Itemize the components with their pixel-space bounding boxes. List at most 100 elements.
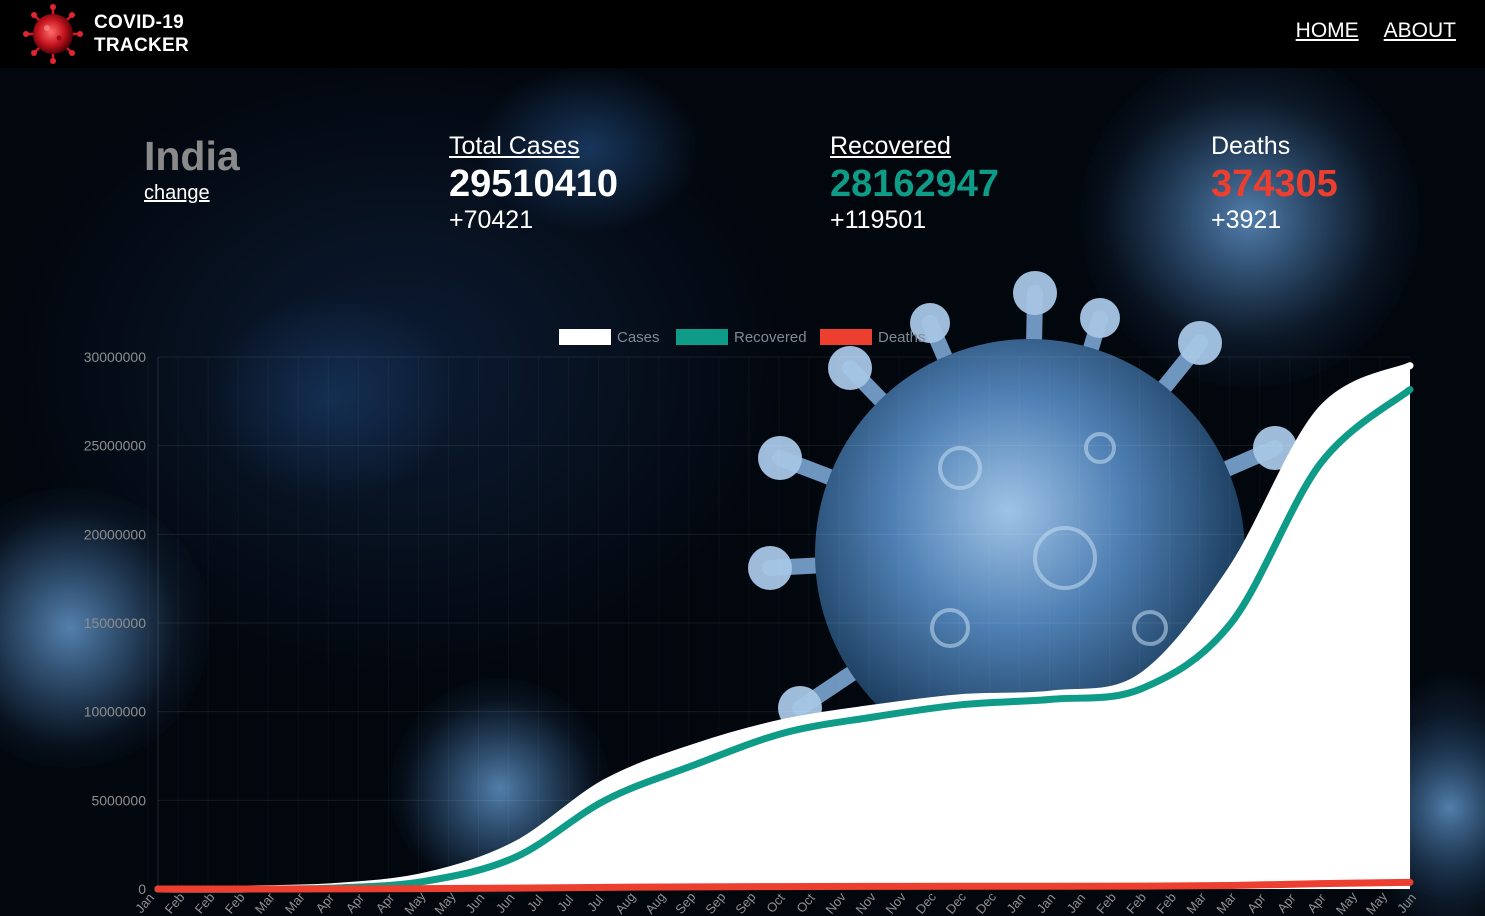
x-tick-label: Feb — [192, 890, 218, 916]
brand-line-1: COVID-19 — [94, 12, 185, 33]
x-tick-label: Jun — [1394, 890, 1419, 916]
deaths-data-point — [602, 884, 608, 890]
x-tick-label: Aug — [612, 889, 638, 916]
deaths-data-point — [781, 884, 787, 890]
x-tick-label: Nov — [883, 889, 910, 916]
stats-panel: India change Total Cases 29510410 +70421… — [0, 68, 1485, 268]
x-tick-label: Dec — [973, 889, 1000, 916]
x-tick-label: Apr — [373, 890, 398, 916]
x-tick-label: Aug — [642, 889, 668, 916]
legend-swatch-deaths — [820, 329, 872, 345]
x-tick-label: May — [1333, 888, 1361, 916]
virus-logo-icon — [23, 4, 83, 64]
x-tick-label: May — [431, 888, 459, 916]
recovered-data-point — [513, 854, 519, 860]
deaths-stat: Deaths 374305 +3921 — [1211, 131, 1338, 234]
nav-about-link[interactable]: ABOUT — [1384, 19, 1456, 43]
recovered-data-point — [1318, 460, 1324, 466]
legend-swatch-cases — [559, 329, 611, 345]
x-tick-label: Apr — [1244, 890, 1269, 916]
cases-data-point — [781, 719, 787, 725]
country-block: India change — [144, 134, 240, 205]
x-tick-label: Mar — [1183, 889, 1209, 916]
x-tick-label: Jul — [524, 892, 546, 914]
x-tick-label: Nov — [853, 889, 880, 916]
recovered-data-point — [870, 714, 876, 720]
total-cases-delta: +70421 — [449, 206, 534, 234]
x-tick-label: Feb — [222, 890, 248, 916]
brand-line-2: TRACKER — [94, 35, 189, 56]
cases-data-point — [870, 705, 876, 711]
recovered-data-point — [781, 730, 787, 736]
legend-label-deaths: Deaths — [878, 329, 926, 346]
deaths-value: 374305 — [1211, 163, 1338, 205]
y-tick-label: 10000000 — [84, 704, 147, 720]
recovered-delta: +119501 — [830, 206, 927, 234]
brand-logo[interactable]: COVID-19 TRACKER — [22, 4, 189, 64]
recovered-stat: Recovered 28162947 +119501 — [830, 131, 999, 234]
x-tick-label: Feb — [1153, 890, 1179, 916]
recovered-value: 28162947 — [830, 163, 1000, 205]
x-tick-label: Jul — [554, 892, 576, 914]
recovered-data-point — [423, 878, 429, 884]
x-tick-label: May — [1363, 888, 1391, 916]
x-tick-label: Dec — [943, 889, 970, 916]
recovered-data-point — [960, 702, 966, 708]
deaths-data-point — [1318, 881, 1324, 887]
recovered-data-point — [692, 762, 698, 768]
x-tick-label: Mar — [252, 889, 278, 916]
recovered-label[interactable]: Recovered — [830, 131, 999, 161]
x-tick-label: Feb — [1123, 890, 1149, 916]
x-tick-label: Dec — [913, 889, 940, 916]
x-tick-label: Oct — [763, 890, 788, 915]
total-cases-stat: Total Cases 29510410 +70421 — [449, 131, 618, 234]
cases-data-point — [1407, 363, 1413, 369]
deaths-label[interactable]: Deaths — [1211, 131, 1338, 161]
x-tick-label: Jan — [1064, 890, 1089, 916]
deaths-data-point — [334, 886, 340, 892]
total-cases-label[interactable]: Total Cases — [449, 131, 618, 161]
x-tick-label: Jan — [1003, 890, 1028, 916]
x-tick-label: Feb — [1093, 890, 1119, 916]
x-tick-label: Apr — [1304, 890, 1329, 916]
x-tick-label: Sep — [672, 889, 698, 916]
cases-area-fill — [158, 365, 1410, 890]
x-tick-label: Feb — [162, 890, 188, 916]
cases-data-point — [1228, 567, 1234, 573]
y-tick-label: 25000000 — [84, 438, 147, 454]
y-tick-label: 5000000 — [91, 792, 146, 808]
deaths-data-point — [1049, 883, 1055, 889]
country-name: India — [144, 133, 240, 179]
x-tick-label: Apr — [1274, 890, 1299, 916]
recovered-data-point — [1139, 686, 1145, 692]
deaths-data-point — [513, 885, 519, 891]
change-country-link[interactable]: change — [144, 182, 240, 205]
x-tick-label: Apr — [313, 890, 338, 916]
deaths-data-point — [1139, 883, 1145, 889]
deaths-data-point — [1228, 882, 1234, 888]
cases-data-point — [513, 842, 519, 848]
x-tick-label: Mar — [1213, 889, 1239, 916]
nav-home-link[interactable]: HOME — [1296, 19, 1359, 43]
recovered-data-point — [1049, 696, 1055, 702]
cases-data-point — [602, 780, 608, 786]
x-tick-label: Jun — [493, 890, 518, 916]
deaths-data-point — [423, 886, 429, 892]
x-tick-label: May — [401, 888, 429, 916]
x-tick-label: Jan — [1033, 890, 1058, 916]
x-tick-label: Jul — [584, 892, 606, 914]
brand-title: COVID-19 TRACKER — [94, 11, 189, 57]
x-tick-label: Jun — [463, 890, 488, 916]
legend-label-recovered: Recovered — [734, 329, 807, 346]
deaths-data-point — [1407, 879, 1413, 885]
cases-data-point — [1318, 407, 1324, 413]
x-tick-label: Sep — [732, 889, 758, 916]
recovered-data-point — [602, 797, 608, 803]
deaths-data-point — [244, 886, 250, 892]
deaths-data-point — [692, 884, 698, 890]
legend-swatch-recovered — [676, 329, 728, 345]
x-tick-label: Mar — [282, 889, 308, 916]
cases-data-point — [1139, 673, 1145, 679]
x-tick-label: Apr — [343, 890, 368, 916]
nav-links: HOME ABOUT — [1296, 19, 1456, 43]
